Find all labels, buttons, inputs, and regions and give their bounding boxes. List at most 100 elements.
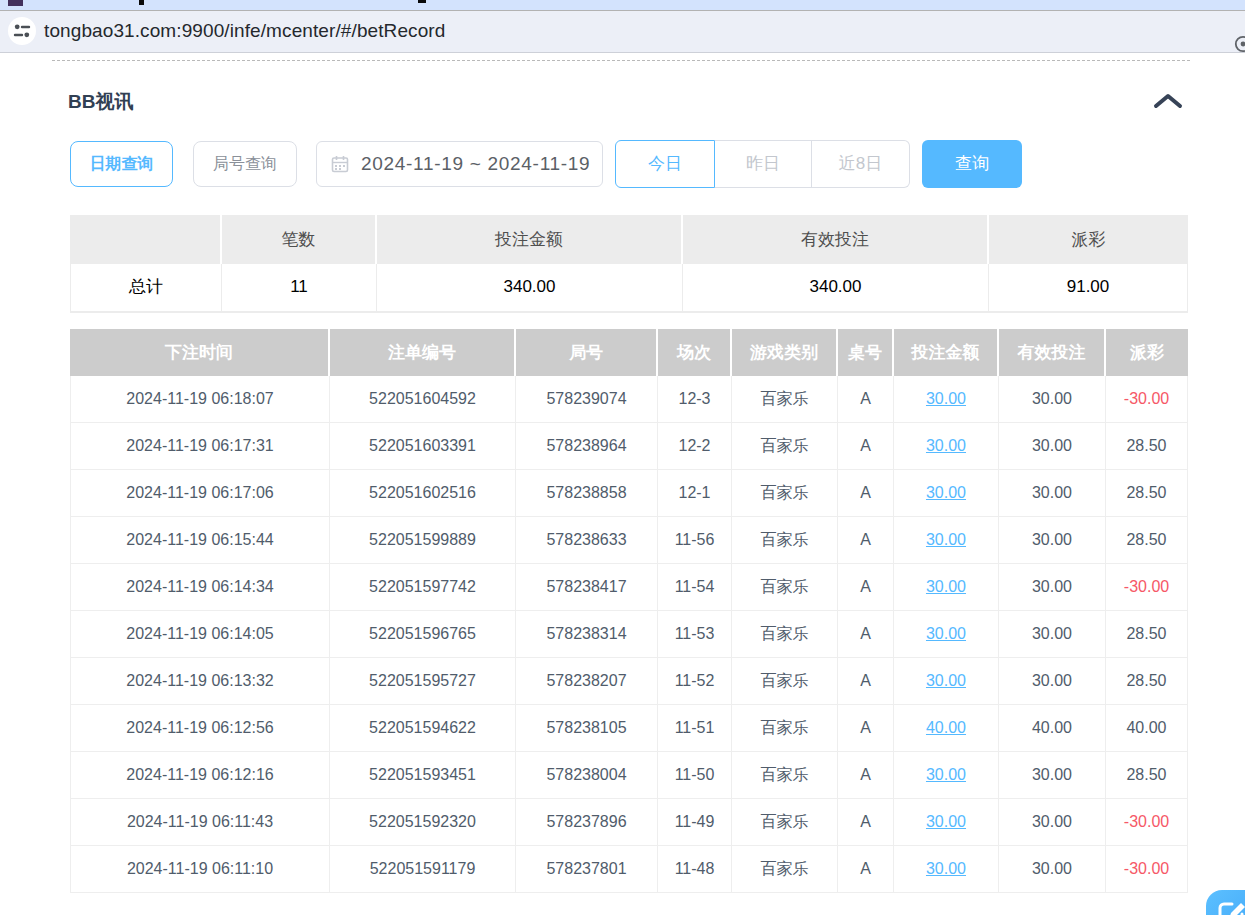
bet-amount-link[interactable]: 30.00 [926,437,966,454]
cell-bet: 30.00 [894,517,999,564]
search-button[interactable]: 查询 [922,140,1022,188]
cell-order_id: 522051594622 [330,705,516,752]
floating-edit-button[interactable] [1206,890,1245,915]
cell-game: 百家乐 [732,752,838,799]
bet-amount-link[interactable]: 30.00 [926,860,966,877]
yesterday-button[interactable]: 昨日 [715,140,812,188]
date-query-tab[interactable]: 日期查询 [70,141,173,187]
cell-table_no: A [838,423,894,470]
cell-bet: 30.00 [894,423,999,470]
cell-round_id: 578238004 [516,752,658,799]
cell-bet: 40.00 [894,705,999,752]
bet-amount-link[interactable]: 30.00 [926,484,966,501]
site-settings-icon[interactable] [8,17,36,45]
table-row: 2024-11-19 06:12:56522051594622578238105… [70,705,1188,752]
bet-table-header-cell: 局号 [516,329,658,376]
cell-valid: 30.00 [999,752,1106,799]
cell-table_no: A [838,611,894,658]
cell-order_id: 522051599889 [330,517,516,564]
cell-session: 11-56 [658,517,732,564]
summary-total-valid: 340.00 [683,264,989,313]
cell-game: 百家乐 [732,799,838,846]
date-range-picker[interactable]: 2024-11-19 ~ 2024-11-19 [316,141,603,187]
cell-valid: 30.00 [999,517,1106,564]
browser-address-bar[interactable]: tongbao31.com:9900/infe/mcenter/#/betRec… [0,11,1245,53]
cell-session: 12-3 [658,376,732,423]
today-button[interactable]: 今日 [615,140,715,188]
table-row: 2024-11-19 06:14:05522051596765578238314… [70,611,1188,658]
summary-header-count: 笔数 [222,215,377,264]
table-row: 2024-11-19 06:13:32522051595727578238207… [70,658,1188,705]
cell-table_no: A [838,470,894,517]
cell-round_id: 578237801 [516,846,658,893]
bet-table-header-cell: 投注金额 [894,329,999,376]
cell-valid: 30.00 [999,376,1106,423]
cell-session: 11-51 [658,705,732,752]
tab-title-fragment [139,0,144,5]
table-row: 2024-11-19 06:14:34522051597742578238417… [70,564,1188,611]
table-row: 2024-11-19 06:11:43522051592320578237896… [70,799,1188,846]
collapse-chevron-icon[interactable] [1152,92,1184,110]
cell-round_id: 578238633 [516,517,658,564]
bet-table-header-row: 下注时间注单编号局号场次游戏类别桌号投注金额有效投注派彩 [70,329,1188,376]
bet-table-header-cell: 桌号 [838,329,894,376]
cell-session: 12-1 [658,470,732,517]
round-query-tab[interactable]: 局号查询 [193,141,297,187]
table-row: 2024-11-19 06:12:16522051593451578238004… [70,752,1188,799]
date-range-value[interactable]: 2024-11-19 ~ 2024-11-19 [361,153,590,175]
summary-table: 笔数 投注金额 有效投注 派彩 总计 11 340.00 340.00 91.0… [70,215,1188,313]
cell-time: 2024-11-19 06:14:05 [70,611,330,658]
tab-title-fragment-2 [418,0,426,3]
last8days-button[interactable]: 近8日 [812,140,910,188]
cell-payout: -30.00 [1106,799,1188,846]
cell-payout: -30.00 [1106,846,1188,893]
cell-time: 2024-11-19 06:15:44 [70,517,330,564]
cell-session: 11-54 [658,564,732,611]
cell-order_id: 522051602516 [330,470,516,517]
table-row: 2024-11-19 06:17:31522051603391578238964… [70,423,1188,470]
toolbar-partial-icon[interactable] [1234,35,1245,53]
cell-time: 2024-11-19 06:14:34 [70,564,330,611]
cell-game: 百家乐 [732,705,838,752]
bet-table-header-cell: 下注时间 [70,329,330,376]
cell-game: 百家乐 [732,470,838,517]
bet-amount-link[interactable]: 40.00 [926,719,966,736]
summary-total-count: 11 [222,264,377,313]
cell-round_id: 578238964 [516,423,658,470]
url-text[interactable]: tongbao31.com:9900/infe/mcenter/#/betRec… [44,11,445,51]
cell-session: 11-53 [658,611,732,658]
cell-bet: 30.00 [894,564,999,611]
cell-round_id: 578238105 [516,705,658,752]
bet-amount-link[interactable]: 30.00 [926,578,966,595]
bet-amount-link[interactable]: 30.00 [926,813,966,830]
summary-total-bet: 340.00 [377,264,683,313]
bet-record-table: 下注时间注单编号局号场次游戏类别桌号投注金额有效投注派彩 2024-11-19 … [70,329,1188,893]
cell-order_id: 522051604592 [330,376,516,423]
cell-bet: 30.00 [894,376,999,423]
cell-game: 百家乐 [732,658,838,705]
cell-valid: 30.00 [999,470,1106,517]
cell-payout: 28.50 [1106,611,1188,658]
table-row: 2024-11-19 06:17:06522051602516578238858… [70,470,1188,517]
edit-icon [1215,897,1245,915]
cell-valid: 30.00 [999,564,1106,611]
cell-bet: 30.00 [894,611,999,658]
bet-amount-link[interactable]: 30.00 [926,766,966,783]
bet-amount-link[interactable]: 30.00 [926,531,966,548]
summary-header-valid: 有效投注 [683,215,989,264]
cell-payout: 28.50 [1106,517,1188,564]
browser-tab-strip [0,0,1245,11]
bet-amount-link[interactable]: 30.00 [926,672,966,689]
cell-order_id: 522051595727 [330,658,516,705]
bet-amount-link[interactable]: 30.00 [926,390,966,407]
cell-session: 12-2 [658,423,732,470]
cell-order_id: 522051596765 [330,611,516,658]
cell-game: 百家乐 [732,846,838,893]
bet-amount-link[interactable]: 30.00 [926,625,966,642]
quick-range-group: 今日 昨日 近8日 [615,140,910,188]
cell-session: 11-52 [658,658,732,705]
cell-round_id: 578238858 [516,470,658,517]
calendar-icon [331,155,349,173]
summary-total-row: 总计 11 340.00 340.00 91.00 [70,264,1188,313]
summary-total-payout: 91.00 [989,264,1188,313]
